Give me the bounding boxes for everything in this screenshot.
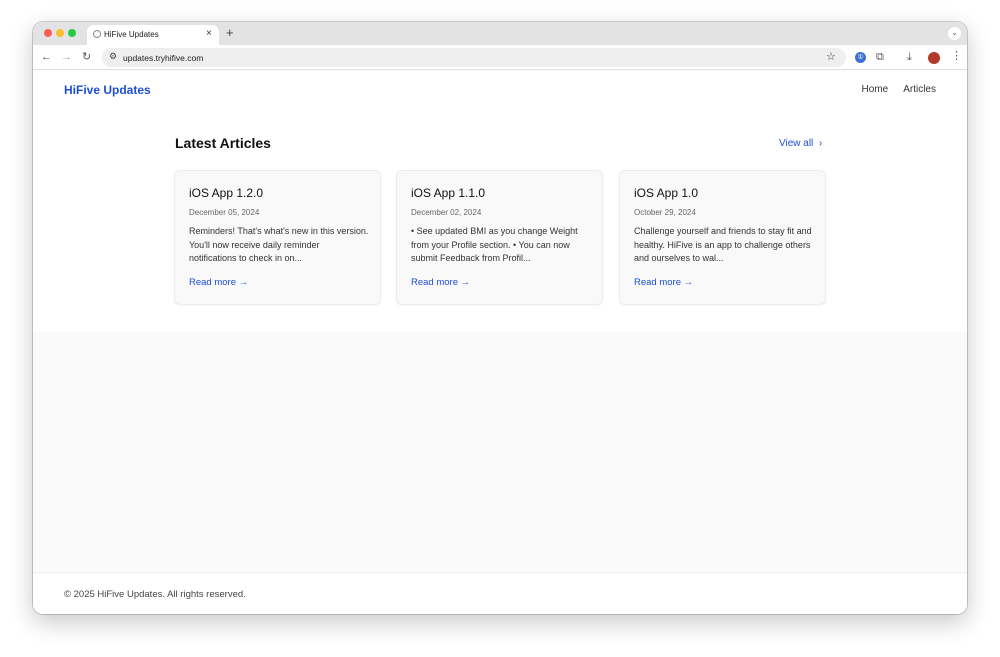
browser-toolbar: ← → ↻ ⚙ updates.tryhifive.com ☆ ① ⧉ ⤓ ⋮: [33, 45, 967, 70]
view-all-link[interactable]: View all ›: [779, 138, 822, 149]
article-card[interactable]: iOS App 1.1.0 December 02, 2024 • See up…: [397, 171, 602, 304]
window-controls: [44, 29, 76, 37]
article-excerpt: Reminders! That's what's new in this ver…: [189, 226, 369, 263]
chevron-down-icon[interactable]: ⌄: [948, 27, 961, 40]
article-excerpt: • See updated BMI as you change Weight f…: [411, 226, 578, 263]
site-logo[interactable]: HiFive Updates: [64, 83, 151, 97]
section-title: Latest Articles: [175, 135, 271, 151]
close-window-button[interactable]: [44, 29, 52, 37]
zoom-window-button[interactable]: [68, 29, 76, 37]
article-date: December 02, 2024: [411, 208, 482, 217]
new-tab-button[interactable]: +: [226, 25, 234, 41]
more-vertical-icon[interactable]: ⋮: [951, 50, 962, 62]
top-nav: Home Articles: [862, 84, 936, 95]
tab-strip: HiFive Updates × + ⌄: [33, 22, 967, 45]
forward-arrow-icon[interactable]: →: [61, 51, 72, 63]
profile-avatar[interactable]: [928, 52, 940, 64]
tab-title: HiFive Updates: [104, 30, 159, 39]
back-arrow-icon[interactable]: ←: [41, 51, 52, 63]
chevron-right-icon: ›: [816, 138, 823, 149]
reload-icon[interactable]: ↻: [82, 51, 91, 63]
article-card[interactable]: iOS App 1.2.0 December 05, 2024 Reminder…: [175, 171, 380, 304]
site-settings-icon[interactable]: ⚙: [109, 51, 117, 62]
extension-icon[interactable]: ①: [855, 52, 866, 63]
article-title[interactable]: iOS App 1.2.0: [189, 186, 263, 200]
read-more-link[interactable]: Read more →: [634, 277, 693, 288]
article-card[interactable]: iOS App 1.0 October 29, 2024 Challenge y…: [620, 171, 825, 304]
read-more-link[interactable]: Read more →: [411, 277, 470, 288]
read-more-link[interactable]: Read more →: [189, 277, 248, 288]
page-content: HiFive Updates Home Articles Latest Arti…: [33, 71, 967, 614]
address-bar[interactable]: ⚙ updates.tryhifive.com ☆: [102, 48, 846, 67]
article-excerpt: Challenge yourself and friends to stay f…: [634, 226, 812, 263]
nav-home[interactable]: Home: [862, 84, 889, 95]
article-title[interactable]: iOS App 1.1.0: [411, 186, 485, 200]
main-section: HiFive Updates Home Articles Latest Arti…: [33, 71, 967, 332]
puzzle-icon[interactable]: ⧉: [876, 51, 884, 63]
url-text[interactable]: updates.tryhifive.com: [123, 53, 203, 63]
view-all-label: View all: [779, 138, 814, 149]
nav-articles[interactable]: Articles: [903, 84, 936, 95]
article-date: December 05, 2024: [189, 208, 260, 217]
browser-tab[interactable]: HiFive Updates ×: [87, 25, 219, 45]
copyright-text: © 2025 HiFive Updates. All rights reserv…: [64, 589, 246, 600]
site-footer: © 2025 HiFive Updates. All rights reserv…: [33, 572, 967, 614]
bookmark-star-icon[interactable]: ☆: [826, 50, 836, 63]
article-date: October 29, 2024: [634, 208, 696, 217]
article-title[interactable]: iOS App 1.0: [634, 186, 698, 200]
minimize-window-button[interactable]: [56, 29, 64, 37]
browser-window: HiFive Updates × + ⌄ ← → ↻ ⚙ updates.try…: [33, 22, 967, 614]
close-tab-icon[interactable]: ×: [206, 28, 212, 40]
globe-icon: [93, 30, 101, 38]
download-icon[interactable]: ⤓: [907, 51, 912, 63]
